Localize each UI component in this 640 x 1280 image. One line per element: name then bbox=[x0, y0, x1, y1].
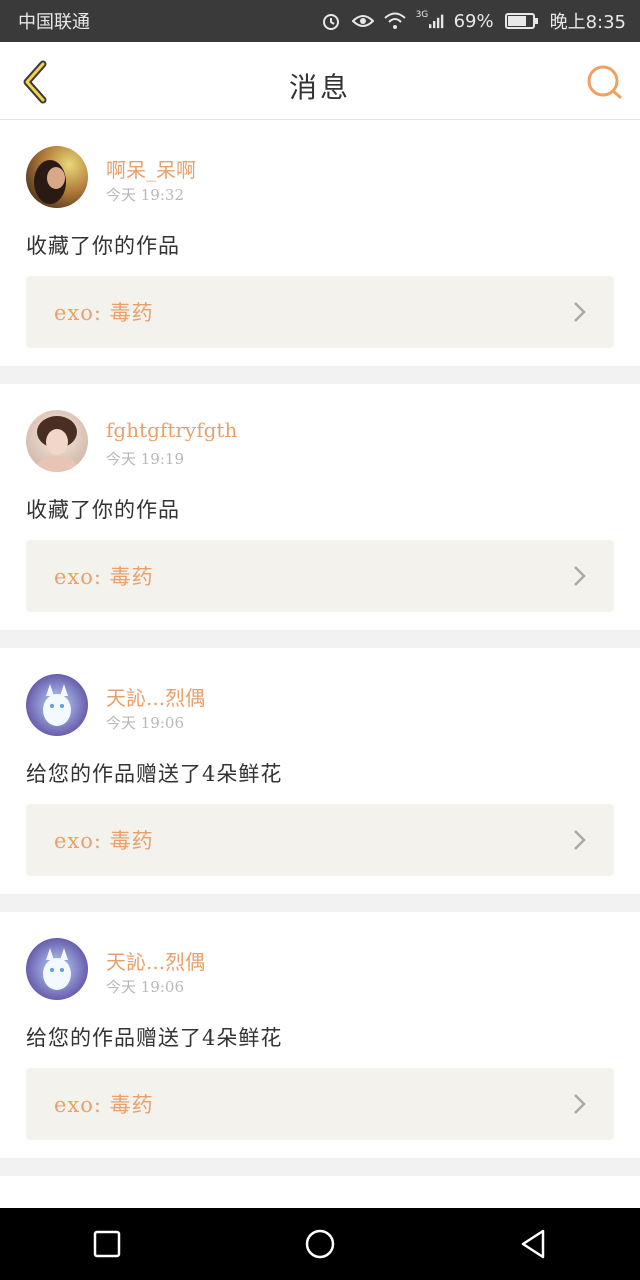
search-button[interactable] bbox=[584, 62, 624, 102]
system-back-button[interactable] bbox=[503, 1214, 563, 1274]
battery-icon bbox=[504, 10, 540, 32]
home-button[interactable] bbox=[290, 1214, 350, 1274]
system-nav-bar bbox=[0, 1208, 640, 1280]
recent-apps-button[interactable] bbox=[77, 1214, 137, 1274]
battery-percent: 69% bbox=[453, 10, 494, 32]
work-title: exo: 毒药 bbox=[54, 301, 154, 325]
alarm-icon bbox=[320, 10, 342, 32]
recent-apps-icon bbox=[93, 1230, 120, 1258]
chevron-right-icon bbox=[570, 1092, 590, 1116]
home-icon bbox=[305, 1229, 335, 1259]
signal-icon: 3G bbox=[416, 10, 444, 32]
avatar[interactable] bbox=[26, 146, 88, 208]
work-link[interactable]: exo: 毒药 bbox=[26, 804, 614, 876]
username[interactable]: 啊呆_呆啊 bbox=[106, 154, 196, 183]
notification-message: 给您的作品赠送了4朵鲜花 bbox=[26, 1026, 283, 1050]
page-title: 消息 bbox=[288, 71, 351, 104]
work-link[interactable]: exo: 毒药 bbox=[26, 1068, 614, 1140]
eye-icon bbox=[351, 10, 374, 32]
username[interactable]: 天訫...烈偶 bbox=[106, 946, 205, 975]
notification-card[interactable]: 天訫...烈偶 今天 19:06 给您的作品赠送了4朵鲜花 exo: 毒药 bbox=[0, 912, 640, 1158]
search-icon bbox=[587, 65, 622, 99]
network-type-label: 3G bbox=[415, 10, 429, 20]
back-triangle-icon bbox=[522, 1229, 545, 1259]
clock: 晚上8:35 bbox=[549, 12, 626, 33]
timestamp: 今天 19:32 bbox=[106, 186, 184, 204]
work-title: exo: 毒药 bbox=[54, 1093, 154, 1117]
notification-list: 啊呆_呆啊 今天 19:32 收藏了你的作品 exo: 毒药 fghtgftry… bbox=[0, 120, 640, 1216]
timestamp: 今天 19:06 bbox=[106, 714, 184, 732]
notification-message: 给您的作品赠送了4朵鲜花 bbox=[26, 762, 283, 786]
top-app-bar: 消息 bbox=[0, 42, 640, 120]
notification-card[interactable]: fghtgftryfgth 今天 19:19 收藏了你的作品 exo: 毒药 bbox=[0, 384, 640, 630]
status-bar: 中国联通 3G 69% 晚上8:35 bbox=[0, 0, 640, 42]
timestamp: 今天 19:19 bbox=[106, 450, 184, 468]
wifi-icon bbox=[383, 10, 406, 32]
timestamp: 今天 19:06 bbox=[106, 978, 184, 996]
avatar[interactable] bbox=[26, 410, 88, 472]
work-link[interactable]: exo: 毒药 bbox=[26, 540, 614, 612]
notification-card[interactable]: 啊呆_呆啊 今天 19:32 收藏了你的作品 exo: 毒药 bbox=[0, 120, 640, 366]
notification-card[interactable]: 天訫...烈偶 今天 19:06 给您的作品赠送了4朵鲜花 exo: 毒药 bbox=[0, 648, 640, 894]
chevron-right-icon bbox=[570, 564, 590, 588]
avatar[interactable] bbox=[26, 674, 88, 736]
work-title: exo: 毒药 bbox=[54, 829, 154, 853]
work-link[interactable]: exo: 毒药 bbox=[26, 276, 614, 348]
chevron-right-icon bbox=[570, 300, 590, 324]
carrier-label: 中国联通 bbox=[18, 12, 90, 33]
avatar[interactable] bbox=[26, 938, 88, 1000]
work-title: exo: 毒药 bbox=[54, 565, 154, 589]
username[interactable]: fghtgftryfgth bbox=[106, 418, 237, 442]
username[interactable]: 天訫...烈偶 bbox=[106, 682, 205, 711]
status-icons: 3G 69% 晚上8:35 bbox=[320, 8, 626, 34]
notification-message: 收藏了你的作品 bbox=[26, 234, 180, 258]
chevron-right-icon bbox=[570, 828, 590, 852]
notification-message: 收藏了你的作品 bbox=[26, 498, 180, 522]
